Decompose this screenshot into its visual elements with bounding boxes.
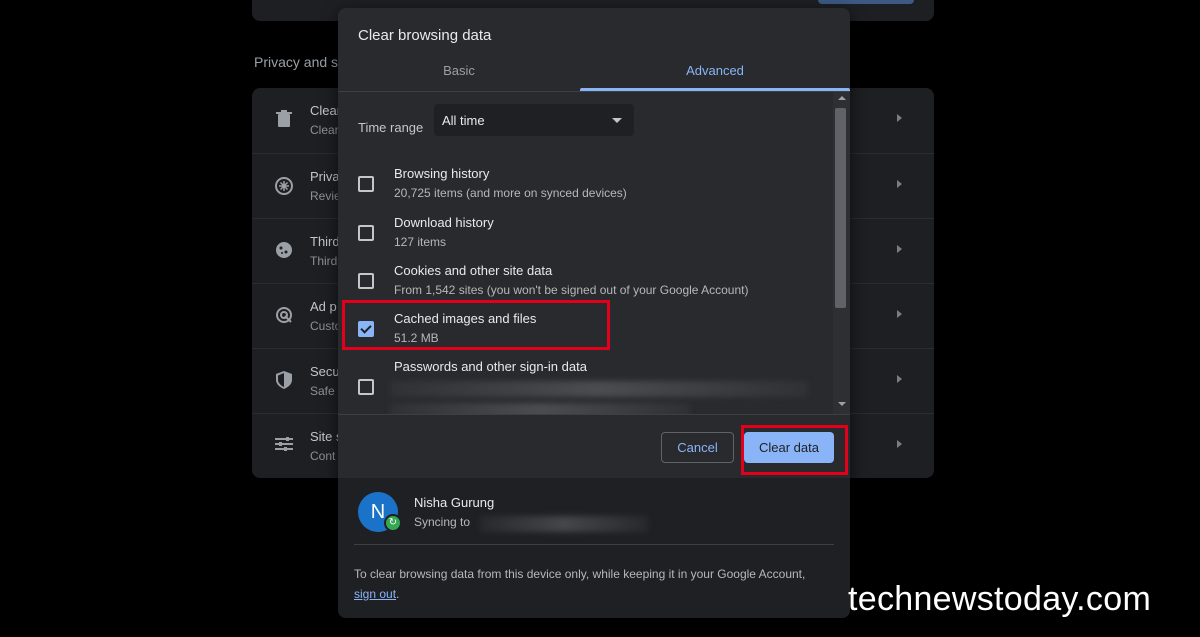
settings-row-subtitle: Third bbox=[310, 254, 338, 268]
ad-privacy-icon bbox=[274, 306, 294, 326]
settings-row-subtitle: Safe bbox=[310, 384, 335, 398]
settings-row-subtitle: Revie bbox=[310, 189, 341, 203]
chevron-right-icon bbox=[897, 180, 902, 188]
account-divider bbox=[354, 544, 834, 545]
chevron-right-icon bbox=[897, 310, 902, 318]
redacted-email bbox=[480, 516, 648, 532]
passwords-checkbox[interactable] bbox=[358, 379, 374, 395]
account-name: Nisha Gurung bbox=[414, 495, 495, 510]
option-download-history[interactable]: Download history 127 items bbox=[338, 215, 833, 263]
settings-row-subtitle: Clear bbox=[310, 123, 339, 137]
redacted-text bbox=[390, 403, 690, 414]
option-title: Download history bbox=[394, 215, 494, 230]
account-section: N ↻ Nisha Gurung Syncing to To clear bro… bbox=[338, 478, 850, 618]
scroll-down-arrow-icon[interactable] bbox=[838, 402, 846, 406]
download-history-checkbox[interactable] bbox=[358, 225, 374, 241]
cancel-button[interactable]: Cancel bbox=[661, 432, 734, 463]
tune-icon bbox=[274, 436, 294, 456]
sync-label: Syncing to bbox=[414, 515, 471, 529]
time-range-label: Time range bbox=[358, 120, 424, 135]
settings-row-subtitle: Custo bbox=[310, 319, 342, 333]
privacy-section-title: Privacy and s bbox=[254, 54, 339, 70]
trash-icon bbox=[274, 110, 294, 130]
redacted-text bbox=[390, 381, 808, 397]
option-title: Cookies and other site data bbox=[394, 263, 553, 278]
settings-row-subtitle: Cont bbox=[310, 449, 336, 463]
settings-row-title: Third bbox=[310, 234, 340, 249]
highlight-box-clear-data bbox=[741, 425, 848, 475]
footer-divider bbox=[338, 414, 850, 415]
cookie-icon bbox=[274, 241, 294, 261]
scroll-up-arrow-icon[interactable] bbox=[838, 96, 846, 100]
scrollbar-thumb[interactable] bbox=[835, 108, 846, 308]
watermark: technewstoday.com bbox=[848, 580, 1152, 618]
time-range-value: All time bbox=[442, 113, 485, 128]
sign-out-note: To clear browsing data from this device … bbox=[354, 564, 824, 604]
privacy-guide-icon bbox=[274, 176, 294, 196]
cookies-checkbox[interactable] bbox=[358, 273, 374, 289]
chevron-right-icon bbox=[897, 245, 902, 253]
option-subtitle: 20,725 items (and more on synced devices… bbox=[394, 186, 627, 200]
caret-down-icon bbox=[612, 118, 622, 123]
chevron-right-icon bbox=[897, 114, 902, 122]
option-title: Passwords and other sign-in data bbox=[394, 359, 587, 374]
option-browsing-history[interactable]: Browsing history 20,725 items (and more … bbox=[338, 166, 833, 214]
shield-icon bbox=[274, 371, 294, 391]
sign-out-link[interactable]: sign out bbox=[354, 587, 396, 601]
option-passwords[interactable]: Passwords and other sign-in data bbox=[338, 359, 833, 414]
browsing-history-checkbox[interactable] bbox=[358, 176, 374, 192]
chevron-right-icon bbox=[897, 375, 902, 383]
settings-row-title: Secu bbox=[310, 364, 340, 379]
highlight-box-cached-images bbox=[342, 300, 610, 350]
note-text: To clear browsing data from this device … bbox=[354, 567, 806, 581]
dialog-title: Clear browsing data bbox=[358, 27, 492, 44]
note-end: . bbox=[396, 587, 400, 601]
chevron-right-icon bbox=[897, 440, 902, 448]
time-range-dropdown[interactable]: All time bbox=[434, 104, 634, 136]
sync-icon: ↻ bbox=[384, 514, 402, 532]
option-subtitle: 127 items bbox=[394, 235, 447, 249]
settings-row-title: Ad p bbox=[310, 299, 337, 314]
data-options-list: Time range All time Browsing history 20,… bbox=[338, 92, 850, 414]
account-sync-status: Syncing to bbox=[414, 515, 470, 529]
settings-row-title: Clear bbox=[310, 103, 342, 118]
settings-row-title: Priva bbox=[310, 169, 340, 184]
option-subtitle: From 1,542 sites (you won't be signed ou… bbox=[394, 283, 749, 297]
settings-top-button[interactable] bbox=[818, 0, 914, 4]
option-title: Browsing history bbox=[394, 166, 490, 181]
